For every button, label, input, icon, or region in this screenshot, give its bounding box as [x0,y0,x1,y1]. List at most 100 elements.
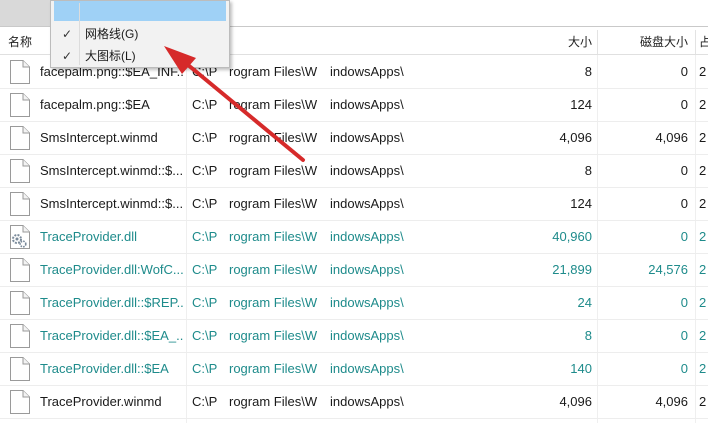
checkmark-icon: ✓ [61,27,73,41]
path-segment: rogram Files\W [229,328,318,343]
path-segment: indowsApps\ [330,394,404,409]
path-segment: rogram Files\W [229,361,318,376]
path-segment: C:\P [192,328,218,343]
disk-size: 0 [680,97,688,112]
file-icon [9,59,31,85]
file-icon [9,158,31,184]
column-header-size[interactable]: 大小 [500,30,592,54]
path-segment: indowsApps\ [330,163,404,178]
table-row[interactable]: TraceProvider.dll C:\P rogram Files\W indow… [0,220,708,254]
path-segment: rogram Files\W [229,394,318,409]
extra-column: 2 [699,394,707,409]
table-row[interactable]: TraceProvider.dll::$REP... C:\P rogram Fil… [0,286,708,320]
file-name: SmsIntercept.winmd::$... [40,196,184,211]
disk-size: 0 [680,196,688,211]
file-size: 124 [570,196,592,211]
path-segment: rogram Files\W [229,130,318,145]
file-size: 4,096 [559,394,592,409]
path-segment: rogram Files\W [229,64,318,79]
extra-column: 2 [699,262,707,277]
column-divider[interactable] [695,30,696,54]
path-segment: C:\P [192,229,218,244]
file-size: 8 [584,64,592,79]
file-icon [9,92,31,118]
extra-column: 2 [699,229,707,244]
file-name: TraceProvider.dll:WofC... [40,262,184,277]
menu-item-gridlines[interactable]: ✓ 网格线(G) [51,23,229,45]
path-segment: indowsApps\ [330,262,404,277]
table-row[interactable]: TraceProvider.winmd C:\P rogram Files\W ind… [0,385,708,419]
file-name: SmsIntercept.winmd [40,130,158,145]
dll-gear-icon [9,224,31,250]
file-size: 40,960 [552,229,592,244]
path-segment: C:\P [192,97,218,112]
context-menu: ✓ 网格线(G) ✓ 大图标(L) [50,0,230,68]
column-header-disk-size[interactable]: 磁盘大小 [600,30,688,54]
extra-column: 2 [699,328,707,343]
file-size: 21,899 [552,262,592,277]
path-segment: C:\P [192,361,218,376]
disk-size: 0 [680,361,688,376]
path-segment: indowsApps\ [330,295,404,310]
path-segment: indowsApps\ [330,64,404,79]
path-segment: indowsApps\ [330,328,404,343]
table-row[interactable]: TraceProvider.dll:WofC... C:\P rogram File… [0,253,708,287]
file-icon [9,191,31,217]
menu-item-large-icons[interactable]: ✓ 大图标(L) [51,45,229,67]
extra-column: 2 [699,64,707,79]
table-row[interactable]: TraceProvider.dll::$EA_... C:\P rogram Fil… [0,319,708,353]
extra-column: 2 [699,97,707,112]
disk-size: 0 [680,328,688,343]
file-name: SmsIntercept.winmd::$... [40,163,184,178]
table-row[interactable]: SmsIntercept.winmd::$... C:\P rogram Files… [0,187,708,221]
table-row[interactable]: TraceProvider.dll::$EA C:\P rogram Files\W… [0,352,708,386]
file-icon [9,290,31,316]
menu-item-label: 网格线(G) [85,27,139,41]
file-size: 140 [570,361,592,376]
file-size: 4,096 [559,130,592,145]
disk-size: 0 [680,229,688,244]
file-size: 24 [577,295,592,310]
file-name: TraceProvider.dll::$EA_... [40,328,184,343]
path-segment: indowsApps\ [330,196,404,211]
table-row[interactable]: SmsIntercept.winmd::$... C:\P rogram Files… [0,154,708,188]
disk-size: 4,096 [655,130,688,145]
checkmark-icon: ✓ [61,49,73,63]
file-icon [9,323,31,349]
path-segment: C:\P [192,163,218,178]
table-row[interactable]: SmsIntercept.winmd C:\P rogram Files\W indo… [0,121,708,155]
column-header-extra[interactable]: 占 [699,30,708,54]
path-segment: C:\P [192,196,218,211]
file-size: 8 [584,328,592,343]
file-name: TraceProvider.winmd [40,394,162,409]
path-segment: indowsApps\ [330,229,404,244]
path-segment: rogram Files\W [229,295,318,310]
path-segment: rogram Files\W [229,196,318,211]
path-segment: C:\P [192,295,218,310]
path-segment: indowsApps\ [330,97,404,112]
path-segment: rogram Files\W [229,97,318,112]
path-segment: indowsApps\ [330,130,404,145]
file-size: 8 [584,163,592,178]
file-icon [9,356,31,382]
file-name: TraceProvider.dll [40,229,138,244]
path-segment: rogram Files\W [229,163,318,178]
file-name: TraceProvider.dll::$REP... [40,295,184,310]
disk-size: 4,096 [655,394,688,409]
path-segment: rogram Files\W [229,262,318,277]
extra-column: 2 [699,196,707,211]
path-segment: C:\P [192,262,218,277]
column-divider[interactable] [597,30,598,54]
table-row[interactable]: facepalm.png::$EA C:\P rogram Files\W indow… [0,88,708,122]
file-icon [9,125,31,151]
file-name: TraceProvider.dll::$EA [40,361,169,376]
extra-column: 2 [699,295,707,310]
extra-column: 2 [699,130,707,145]
disk-size: 0 [680,295,688,310]
path-segment: C:\P [192,394,218,409]
disk-size: 24,576 [648,262,688,277]
file-size: 124 [570,97,592,112]
extra-column: 2 [699,361,707,376]
toolbar-button[interactable] [0,0,50,26]
menu-item-label: 大图标(L) [85,49,136,63]
